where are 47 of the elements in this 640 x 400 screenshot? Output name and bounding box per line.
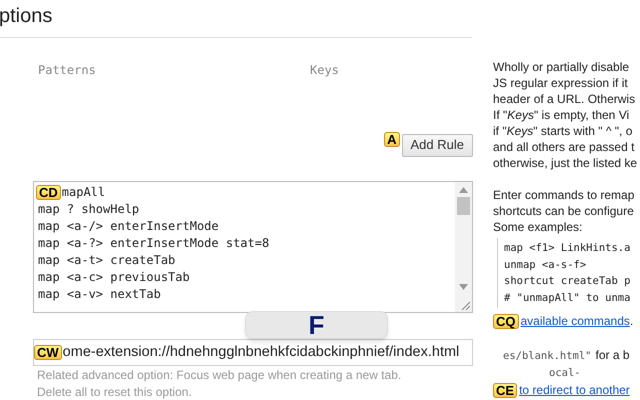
help-text: . <box>630 313 634 329</box>
code-line: shortcut createTab p <box>504 274 632 289</box>
key-mappings-textarea[interactable]: CD mapAll map ? showHelp map <a-/> enterInsertMode map <a-?> enterInsertMode stat=8 map <a-t> createTab map <a-c> previousTab map <a-v> nextTab <box>33 180 473 314</box>
help-text: Delete all to reset this option. <box>37 384 193 400</box>
add-rule-button[interactable]: Add Rule <box>402 134 473 157</box>
help-text: for a b <box>596 347 630 363</box>
code-text: es/blank.html" <box>503 349 592 364</box>
resize-grip-icon[interactable] <box>461 301 470 310</box>
link-hint-label: A <box>384 132 400 147</box>
commands-link[interactable]: available commands <box>520 313 630 329</box>
column-header: Keys <box>310 62 339 79</box>
code-line: map <f1> LinkHints.a <box>504 241 632 256</box>
scrollbar-thumb[interactable] <box>457 196 470 215</box>
help-text: Wholly or partially disable <box>493 59 630 75</box>
code-line: map <a-?> enterInsertMode stat=8 <box>37 234 270 252</box>
redirect-link[interactable]: to redirect to another <box>519 382 630 398</box>
code-line: mapAll <box>62 184 106 201</box>
code-line: map ? showHelp <box>37 200 140 218</box>
help-text: If "Keys" is empty, then Vi <box>493 107 630 123</box>
code-text: ocal- <box>549 366 581 381</box>
scrollbar[interactable] <box>455 182 472 312</box>
help-text: Related advanced option: Focus web page when creating a new tab. <box>37 367 402 383</box>
link-hint-label: CQ <box>493 314 518 328</box>
link-hint-label: CW <box>34 345 62 360</box>
help-text: shortcuts can be configure <box>493 203 635 219</box>
help-text: header of a URL. Otherwis <box>493 91 636 107</box>
scroll-down-icon[interactable] <box>459 284 468 290</box>
column-header: Patterns <box>38 62 97 79</box>
code-line: # "unmapAll" to unma <box>504 290 632 306</box>
help-text: Some examples: <box>493 219 584 235</box>
help-text: and all others are passed t <box>493 139 636 155</box>
help-text: JS regular expression if it <box>493 75 629 91</box>
page-title: ptions <box>0 4 54 29</box>
url-text: ome-extension://hdnehngglnbnehkfcidabckinphnief/index.html <box>62 342 460 362</box>
help-text: otherwise, just the listed ke <box>493 155 638 171</box>
code-line: map <a-/> enterInsertMode <box>37 218 219 235</box>
help-text: if "Keys" starts with " ^ ", o <box>493 123 634 139</box>
help-text: Enter commands to remap <box>493 187 636 203</box>
link-hint-label: CE <box>493 382 518 398</box>
code-line: map <a-c> previousTab <box>37 268 190 286</box>
code-line: map <a-t> createTab <box>37 252 176 269</box>
link-hint-label: CD <box>36 184 61 200</box>
key-display-toast: F <box>245 311 388 339</box>
code-line: map <a-v> nextTab <box>37 286 161 303</box>
scroll-up-icon[interactable] <box>459 186 468 193</box>
url-input-field[interactable]: CW ome-extension://hdnehngglnbnehkfcidabckinphnief/index.html <box>33 339 473 366</box>
code-line: unmap <a-s-f> <box>504 258 588 272</box>
